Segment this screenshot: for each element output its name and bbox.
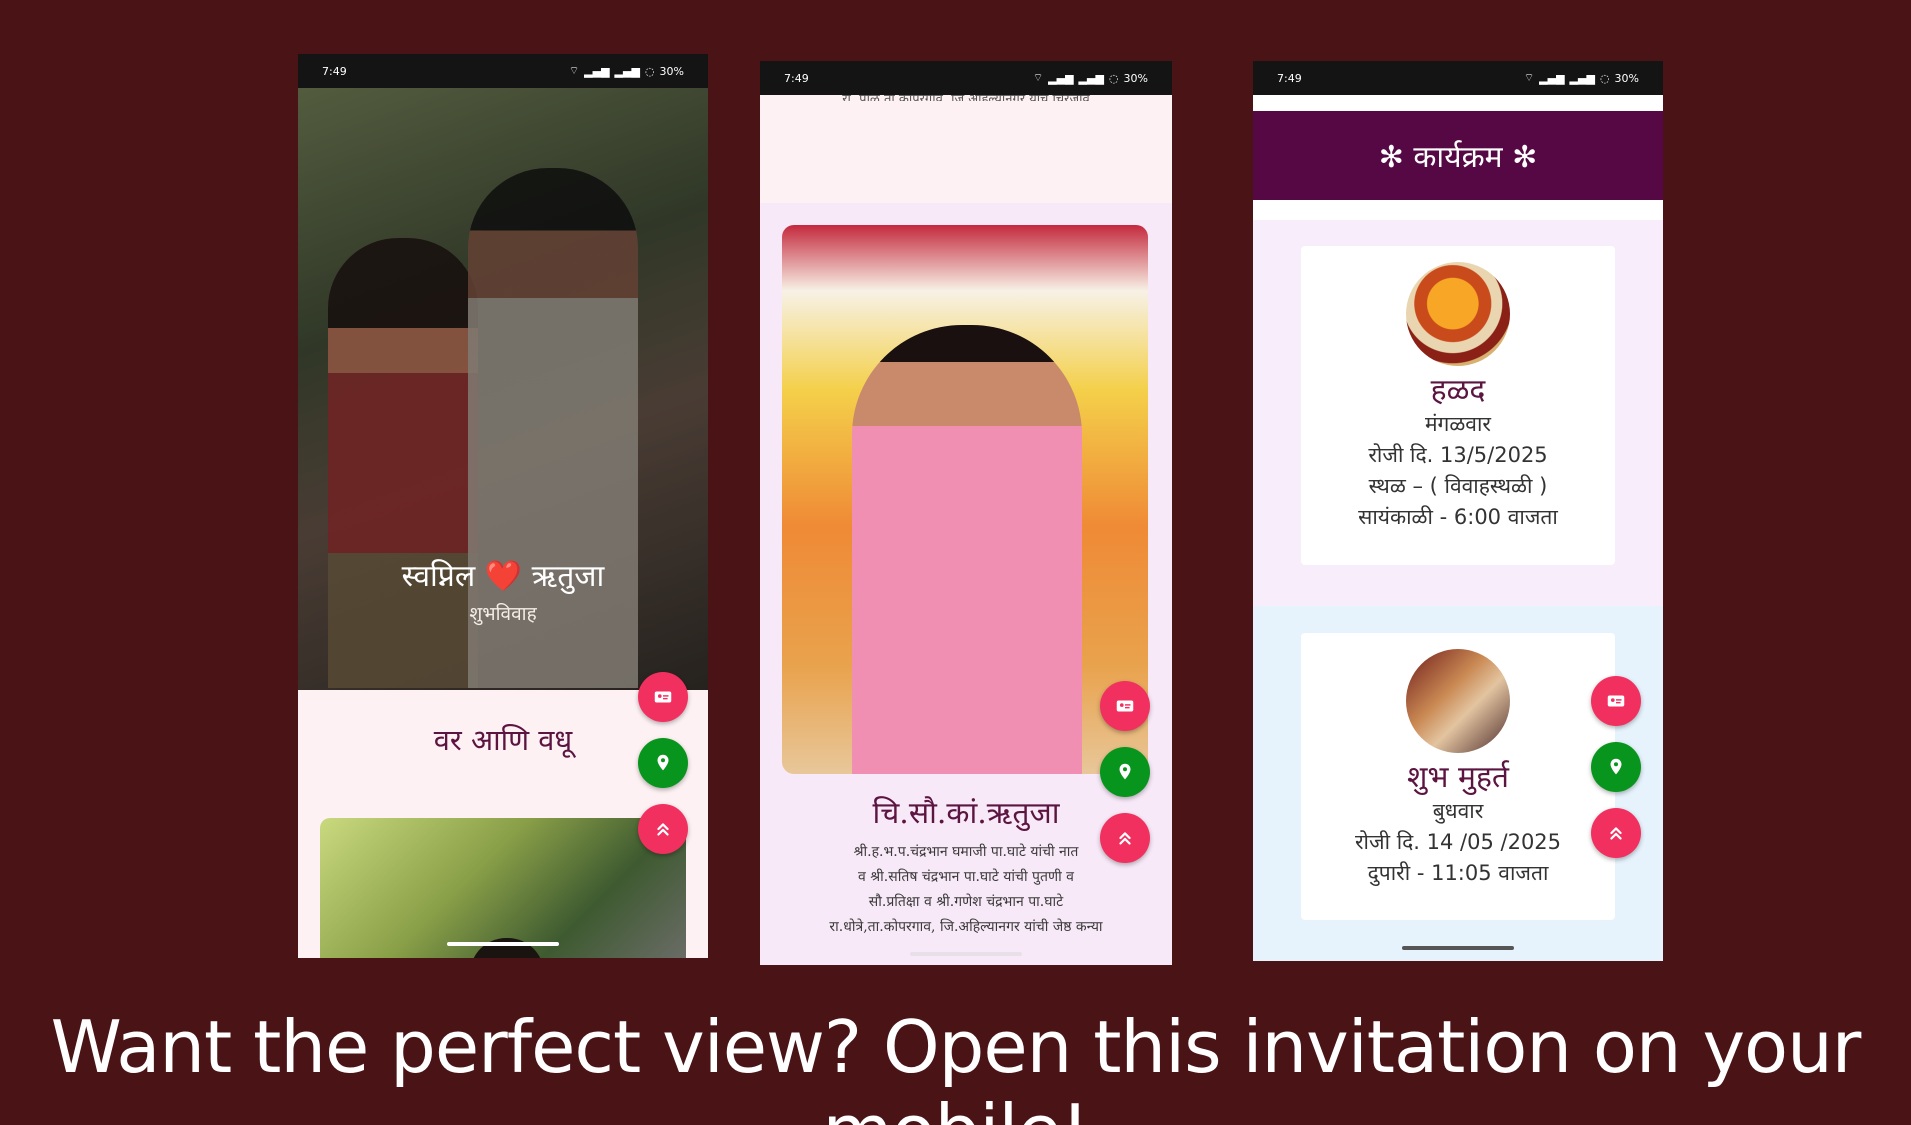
- location-pin-icon: [1119, 763, 1131, 780]
- event-date: रोजी दि. 13/5/2025: [1368, 443, 1548, 467]
- event-day: बुधवार: [1432, 799, 1484, 823]
- bride-family-details: श्री.ह.भ.प.चंद्रभान घमाजी पा.घाटे यांची …: [790, 840, 1142, 940]
- location-button[interactable]: [1100, 747, 1150, 797]
- contact-button[interactable]: [1591, 676, 1641, 726]
- wifi-icon: ⌔: [1523, 71, 1535, 84]
- family-line: व श्री.सतिष चंद्रभान पा.घाटे यांची पुतणी…: [858, 869, 1074, 885]
- battery-percent: 30%: [1123, 71, 1148, 85]
- home-indicator[interactable]: [910, 952, 1022, 956]
- location-button[interactable]: [1591, 742, 1641, 792]
- signal-icon: ▂▄▆: [1048, 71, 1074, 85]
- event-time: सायंकाळी - 6:00 वाजता: [1358, 505, 1558, 529]
- battery-percent: 30%: [1614, 71, 1639, 85]
- bride-photo: [782, 225, 1148, 774]
- status-time: 7:49: [784, 71, 809, 85]
- signal-icon-2: ▂▄▆: [614, 64, 640, 78]
- battery-icon: ◌: [644, 64, 655, 78]
- status-bar: 7:49 ⌔ ▂▄▆ ▂▄▆ ◌ 30%: [298, 54, 708, 88]
- home-indicator[interactable]: [447, 942, 559, 946]
- battery-icon: ◌: [1599, 71, 1610, 85]
- signal-icon-2: ▂▄▆: [1078, 71, 1104, 85]
- promo-banner: Want the perfect view? Open this invitat…: [50, 1005, 1862, 1125]
- event-card-muhurt: शुभ मुहर्त बुधवार रोजी दि. 14 /05 /2025 …: [1301, 633, 1615, 920]
- signal-icon: ▂▄▆: [1539, 71, 1565, 85]
- program-header: ✻ कार्यक्रम ✻: [1253, 111, 1663, 200]
- groom-photo: [320, 818, 686, 958]
- wifi-icon: ⌔: [1032, 71, 1044, 84]
- family-line: सौ.प्रतिक्षा व श्री.गणेश चंद्रभान पा.घाट…: [868, 894, 1064, 910]
- event-card-haldi: हळद मंगळवार रोजी दि. 13/5/2025 स्थळ – ( …: [1301, 246, 1615, 565]
- phone-screenshot-events: 7:49 ⌔ ▂▄▆ ▂▄▆ ◌ 30% ✻ कार्यक्रम ✻ हळद म…: [1253, 61, 1663, 961]
- battery-icon: ◌: [1108, 71, 1119, 85]
- double-chevron-up-icon: [1610, 827, 1622, 840]
- event-title: हळद: [1430, 373, 1486, 408]
- status-icons: ⌔ ▂▄▆ ▂▄▆ ◌ 30%: [1033, 71, 1148, 85]
- status-icons: ⌔ ▂▄▆ ▂▄▆ ◌ 30%: [569, 64, 684, 78]
- event-date: रोजी दि. 14 /05 /2025: [1354, 830, 1562, 854]
- scroll-top-button[interactable]: [638, 804, 688, 854]
- scroll-top-button[interactable]: [1100, 813, 1150, 863]
- contact-card-icon: [1116, 700, 1134, 712]
- event-time: दुपारी - 11:05 वाजता: [1367, 861, 1549, 885]
- status-time: 7:49: [1277, 71, 1302, 85]
- contact-button[interactable]: [1100, 681, 1150, 731]
- haldi-image: [1406, 262, 1510, 366]
- status-icons: ⌔ ▂▄▆ ▂▄▆ ◌ 30%: [1524, 71, 1639, 85]
- event-place: स्थळ – ( विवाहस्थळी ): [1368, 474, 1548, 498]
- muhurt-image: [1406, 649, 1510, 753]
- phone-screenshot-bride: 7:49 ⌔ ▂▄▆ ▂▄▆ ◌ 30% रा. पाळ,ता.कोपरगाव,…: [760, 61, 1172, 965]
- contact-card-icon: [1607, 695, 1625, 707]
- status-time: 7:49: [322, 64, 347, 78]
- wedding-subtitle: शुभविवाह: [469, 603, 537, 625]
- location-pin-icon: [1610, 758, 1622, 775]
- event-day: मंगळवार: [1424, 412, 1492, 436]
- wifi-icon: ⌔: [568, 64, 580, 77]
- location-pin-icon: [657, 754, 669, 771]
- status-bar: 7:49 ⌔ ▂▄▆ ▂▄▆ ◌ 30%: [1253, 61, 1663, 95]
- contact-card-icon: [654, 691, 672, 703]
- phone-screenshot-couple: 7:49 ⌔ ▂▄▆ ▂▄▆ ◌ 30% स्वप्निल ❤️ ऋतुजा श…: [298, 54, 708, 958]
- battery-percent: 30%: [659, 64, 684, 78]
- contact-button[interactable]: [638, 672, 688, 722]
- signal-icon-2: ▂▄▆: [1569, 71, 1595, 85]
- family-line: श्री.ह.भ.प.चंद्रभान घमाजी पा.घाटे यांची …: [853, 844, 1079, 860]
- double-chevron-up-icon: [657, 823, 669, 836]
- signal-icon: ▂▄▆: [584, 64, 610, 78]
- scroll-top-button[interactable]: [1591, 808, 1641, 858]
- status-bar: 7:49 ⌔ ▂▄▆ ▂▄▆ ◌ 30%: [760, 61, 1172, 95]
- double-chevron-up-icon: [1119, 832, 1131, 845]
- location-button[interactable]: [638, 738, 688, 788]
- couple-names: स्वप्निल ❤️ ऋतुजा: [401, 559, 605, 594]
- event-title: शुभ मुहर्त: [1407, 760, 1509, 795]
- home-indicator[interactable]: [1402, 946, 1514, 950]
- family-line: रा.धोत्रे,ता.कोपरगाव, जि.अहिल्यानगर यांच…: [829, 919, 1103, 935]
